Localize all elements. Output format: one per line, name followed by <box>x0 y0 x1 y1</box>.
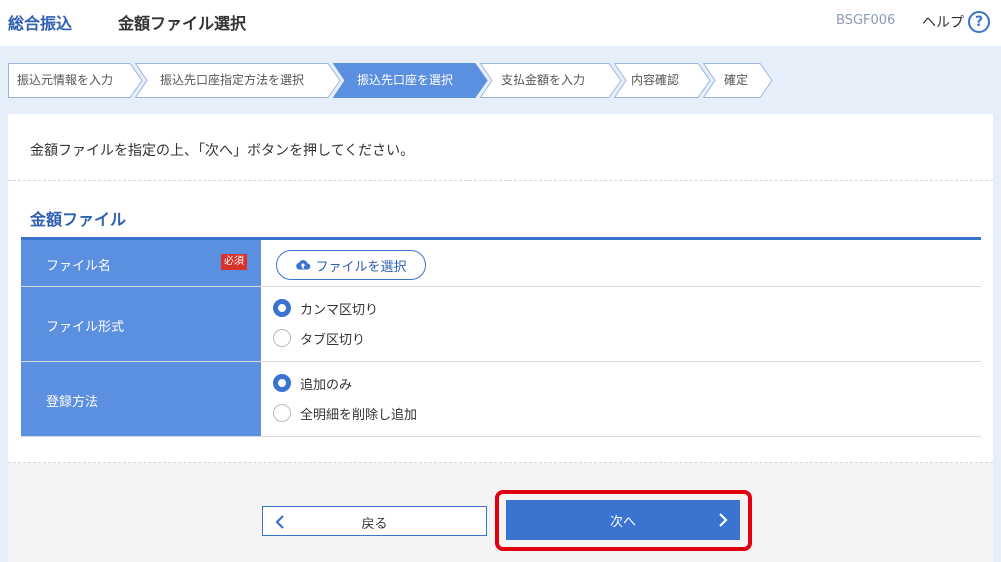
radio-label: 追加のみ <box>300 377 353 393</box>
choose-file-label: ファイルを選択 <box>315 259 407 275</box>
step-label: 支払金額を入力 <box>501 73 586 87</box>
radio-delete-and-add[interactable]: 全明細を削除し追加 <box>273 403 417 423</box>
next-button[interactable]: 次へ <box>506 500 740 540</box>
cloud-upload-icon <box>296 260 311 270</box>
header-bar: 総合振込 金額ファイル選択 BSGF006 ヘルプ ? <box>0 0 1001 46</box>
step-label: 確定 <box>724 73 749 87</box>
back-button[interactable]: 戻る <box>262 506 487 536</box>
row-label: ファイル名 必須 <box>21 240 261 286</box>
divider <box>8 180 993 181</box>
chevron-right-icon <box>719 513 728 527</box>
section-title: 金額ファイル <box>30 210 127 229</box>
radio-tab[interactable]: タブ区切り <box>273 328 365 348</box>
step-label: 振込先口座を選択 <box>357 73 454 87</box>
radio-button-selected[interactable] <box>273 374 291 392</box>
question-circle-icon[interactable]: ? <box>968 11 990 33</box>
radio-label: タブ区切り <box>300 332 366 348</box>
file-format-label: ファイル形式 <box>46 320 125 335</box>
row-value: 追加のみ 全明細を削除し追加 <box>261 362 981 436</box>
file-name-label: ファイル名 <box>46 259 112 274</box>
help-link[interactable]: ヘルプ ? <box>922 9 990 35</box>
step-4: 支払金額を入力 <box>480 63 622 98</box>
radio-label: カンマ区切り <box>300 302 379 318</box>
radio-label: 全明細を削除し追加 <box>300 407 418 423</box>
next-label: 次へ <box>609 515 636 530</box>
required-badge: 必須 <box>221 254 247 270</box>
step-1: 振込元情報を入力 <box>8 63 143 98</box>
app-name: 総合振込 <box>8 14 73 33</box>
form-row-file-format: ファイル形式 カンマ区切り タブ区切り <box>21 287 981 362</box>
main-panel: 金額ファイルを指定の上、「次へ」ボタンを押してください。 金額ファイル ファイル… <box>8 114 993 562</box>
step-5: 内容確認 <box>614 63 711 98</box>
step-label: 振込先口座指定方法を選択 <box>160 73 305 87</box>
form-row-file-name: ファイル名 必須 ファイルを選択 <box>21 240 981 287</box>
choose-file-button[interactable]: ファイルを選択 <box>276 250 426 280</box>
help-label: ヘルプ <box>922 15 964 31</box>
row-value: カンマ区切り タブ区切り <box>261 287 981 361</box>
instruction-text: 金額ファイルを指定の上、「次へ」ボタンを押してください。 <box>30 143 415 159</box>
step-3-active: 振込先口座を選択 <box>333 63 488 98</box>
row-label: ファイル形式 <box>21 287 261 361</box>
row-value: ファイルを選択 <box>261 240 981 286</box>
step-6: 確定 <box>703 63 773 98</box>
registration-method-label: 登録方法 <box>46 395 99 410</box>
radio-add-only[interactable]: 追加のみ <box>273 373 352 393</box>
step-label: 振込元情報を入力 <box>17 73 114 87</box>
radio-comma[interactable]: カンマ区切り <box>273 298 378 318</box>
back-label: 戻る <box>361 517 388 532</box>
step-2: 振込先口座指定方法を選択 <box>135 63 341 98</box>
step-label: 内容確認 <box>631 73 680 87</box>
row-label: 登録方法 <box>21 362 261 436</box>
radio-button-selected[interactable] <box>273 299 291 317</box>
form-row-registration-method: 登録方法 追加のみ 全明細を削除し追加 <box>21 362 981 437</box>
radio-button[interactable] <box>273 329 291 347</box>
page-title: 金額ファイル選択 <box>118 14 247 33</box>
screen-code: BSGF006 <box>836 13 896 28</box>
radio-button[interactable] <box>273 404 291 422</box>
